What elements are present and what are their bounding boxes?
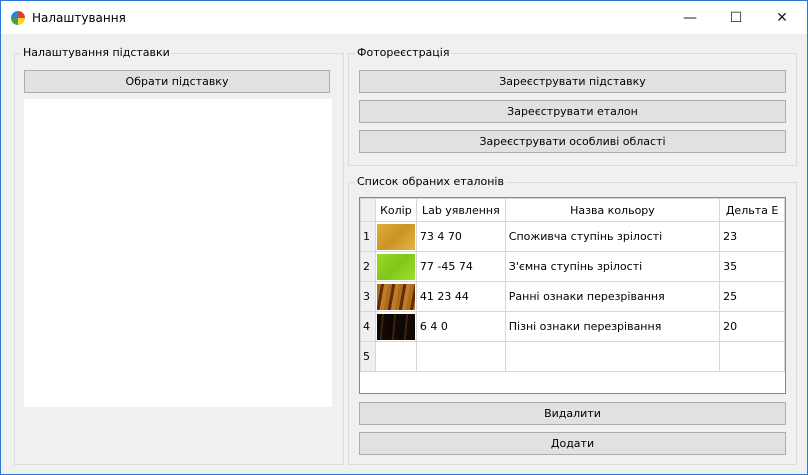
color-swatch	[376, 283, 415, 310]
choose-stand-button[interactable]: Обрати підставку	[24, 70, 330, 93]
minimize-button[interactable]: —	[667, 1, 713, 34]
register-stand-button[interactable]: Зареєструвати підставку	[359, 70, 786, 93]
row-number: 3	[360, 281, 376, 312]
table-row[interactable]: 3 41 23 44 Ранні ознаки перезрівання 25	[360, 281, 785, 312]
row-number: 5	[360, 341, 376, 372]
column-header-delta-e[interactable]: Дельта E	[719, 198, 785, 222]
register-special-areas-button[interactable]: Зареєструвати особливі області	[359, 130, 786, 153]
title-bar: Налаштування — ☐ ✕	[1, 1, 807, 34]
column-header-color[interactable]: Колір	[374, 198, 417, 222]
color-swatch-cell	[374, 221, 417, 252]
color-swatch-cell	[374, 251, 417, 282]
settings-window: Налаштування — ☐ ✕ Налаштування підставк…	[0, 0, 808, 475]
row-number: 4	[360, 311, 376, 342]
color-name-cell: З'ємна ступінь зрілості	[504, 251, 721, 282]
color-wheel-icon	[11, 11, 25, 25]
maximize-button[interactable]: ☐	[713, 1, 759, 34]
stand-settings-legend: Налаштування підставки	[21, 46, 172, 59]
delta-e-cell	[719, 341, 785, 372]
lab-cell	[415, 341, 506, 372]
close-button[interactable]: ✕	[759, 1, 805, 34]
color-swatch-cell	[374, 341, 417, 372]
lab-cell: 41 23 44	[415, 281, 506, 312]
delta-e-cell: 20	[719, 311, 785, 342]
window-title: Налаштування	[32, 11, 126, 25]
color-swatch	[376, 253, 415, 280]
reference-list-legend: Список обраних еталонів	[355, 175, 506, 188]
color-name-cell	[504, 341, 721, 372]
color-name-cell: Споживча ступінь зрілості	[504, 221, 721, 252]
reference-table[interactable]: Колір Lab уявлення Назва кольору Дельта …	[359, 197, 786, 394]
table-corner	[360, 198, 376, 222]
color-swatch-cell	[374, 281, 417, 312]
color-swatch	[376, 313, 415, 340]
delta-e-cell: 25	[719, 281, 785, 312]
table-row[interactable]: 4 6 4 0 Пізні ознаки перезрівання 20	[360, 311, 785, 342]
photo-registration-legend: Фотореєстрація	[355, 46, 452, 59]
register-reference-button[interactable]: Зареєструвати еталон	[359, 100, 786, 123]
row-number: 1	[360, 221, 376, 252]
row-number: 2	[360, 251, 376, 282]
delta-e-cell: 35	[719, 251, 785, 282]
delete-button[interactable]: Видалити	[359, 402, 786, 425]
column-header-lab[interactable]: Lab уявлення	[415, 198, 506, 222]
column-header-color-name[interactable]: Назва кольору	[504, 198, 721, 222]
stand-preview-area	[24, 99, 332, 407]
lab-cell: 77 -45 74	[415, 251, 506, 282]
color-name-cell: Ранні ознаки перезрівання	[504, 281, 721, 312]
lab-cell: 6 4 0	[415, 311, 506, 342]
lab-cell: 73 4 70	[415, 221, 506, 252]
color-swatch	[376, 223, 415, 250]
table-row[interactable]: 5	[360, 341, 785, 372]
color-swatch-cell	[374, 311, 417, 342]
color-name-cell: Пізні ознаки перезрівання	[504, 311, 721, 342]
table-row[interactable]: 2 77 -45 74 З'ємна ступінь зрілості 35	[360, 251, 785, 282]
table-row[interactable]: 1 73 4 70 Споживча ступінь зрілості 23	[360, 221, 785, 252]
delta-e-cell: 23	[719, 221, 785, 252]
add-button[interactable]: Додати	[359, 432, 786, 455]
